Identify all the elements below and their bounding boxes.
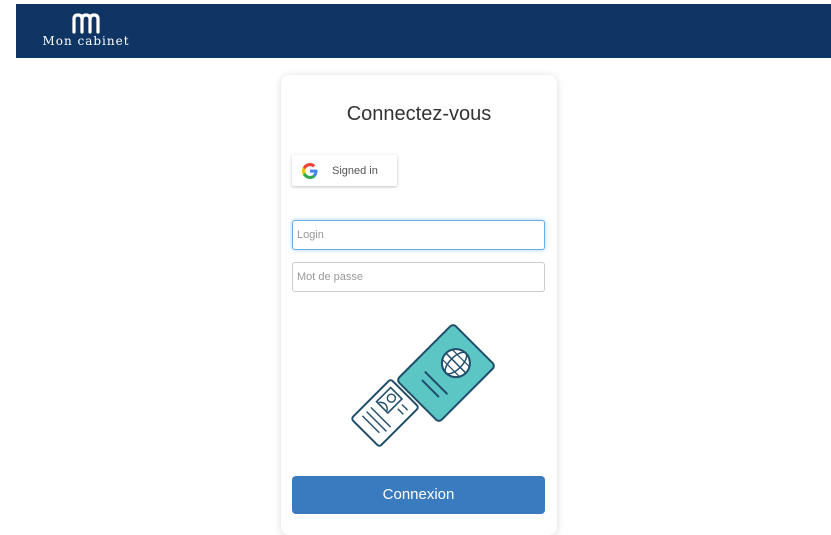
google-icon — [302, 162, 318, 179]
google-signin-button[interactable]: Signed in — [292, 155, 397, 186]
connexion-button[interactable]: Connexion — [292, 476, 545, 514]
top-bar: Mon cabinet — [16, 4, 831, 58]
password-input[interactable] — [292, 262, 545, 292]
brand-name: Mon cabinet — [42, 34, 130, 48]
google-signin-label: Signed in — [332, 164, 378, 177]
m-logo-icon — [72, 13, 100, 34]
page-title: Connectez-vous — [346, 103, 492, 125]
passport-and-id-card-icon — [351, 324, 495, 447]
brand-logo[interactable]: Mon cabinet — [36, 12, 136, 48]
login-input[interactable] — [292, 220, 545, 250]
login-card: Connectez-vous Signed in Login Connexion — [281, 75, 557, 535]
